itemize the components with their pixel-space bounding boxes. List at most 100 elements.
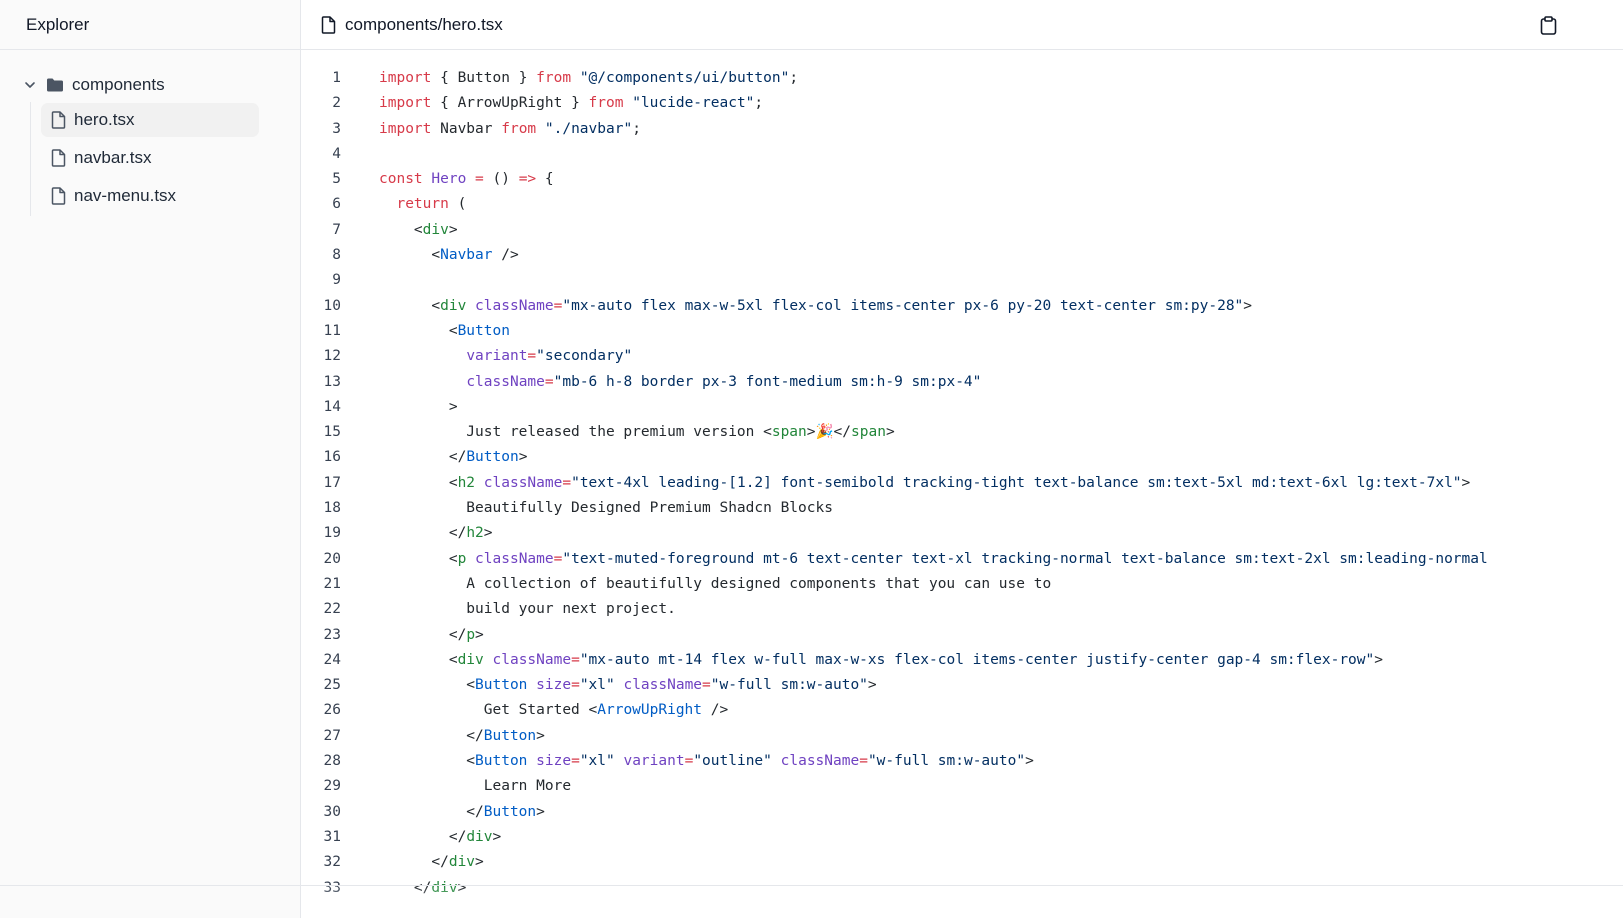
line-code: </div> — [379, 850, 483, 875]
code-token: < — [379, 474, 458, 491]
code-token: className — [623, 677, 703, 694]
code-token: </ — [379, 727, 484, 744]
file-item[interactable]: navbar.tsx — [41, 141, 259, 175]
line-code: <p className="text-muted-foreground mt-6… — [379, 547, 1488, 572]
code-line: 19 </h2> — [301, 521, 1623, 546]
code-token: () — [483, 171, 519, 188]
code-token: size — [536, 677, 572, 694]
code-token: className — [492, 651, 572, 668]
line-code: className="mb-6 h-8 border px-3 font-med… — [379, 370, 981, 395]
code-token: A collection of beautifully designed com… — [379, 575, 1052, 592]
code-token: className — [780, 753, 860, 770]
code-token: Button — [483, 803, 537, 820]
code-token: => — [518, 171, 537, 188]
code-token: = — [562, 474, 572, 491]
code-token: variant — [623, 753, 685, 770]
code-token: div — [466, 828, 493, 845]
code-token: ; — [632, 120, 641, 137]
code-token: "text-muted-foreground mt-6 text-center … — [562, 550, 1488, 567]
line-number: 1 — [332, 70, 341, 86]
line-code: build your next project. — [379, 597, 676, 622]
code-token: = — [684, 753, 694, 770]
code-content[interactable]: 1 import { Button } from "@/components/ui… — [301, 66, 1623, 918]
folder-components[interactable]: components — [20, 70, 280, 100]
line-code: <h2 className="text-4xl leading-[1.2] fo… — [379, 471, 1470, 496]
code-token: div — [431, 879, 458, 896]
file-list: hero.tsx navbar.tsx nav-menu.tsx — [41, 103, 259, 217]
code-token: return — [396, 196, 449, 213]
code-token: < — [379, 651, 458, 668]
code-token: Navbar — [440, 247, 493, 264]
code-token: Button — [483, 727, 537, 744]
code-token: </ — [379, 525, 467, 542]
code-token: > — [483, 525, 493, 542]
code-token: > — [536, 803, 545, 820]
line-number: 20 — [323, 550, 341, 567]
code-token: { ArrowUpRight } — [431, 95, 589, 112]
file-path: components/hero.tsx — [345, 14, 503, 34]
code-token: > — [1243, 297, 1253, 314]
line-code: <Button size="xl" className="w-full sm:w… — [379, 673, 876, 698]
code-viewer-app: Explorer components hero.tsx navbar.tsx na… — [0, 0, 1623, 918]
code-token: className — [475, 550, 554, 567]
code-token: "secondary" — [536, 348, 633, 365]
line-number: 7 — [332, 221, 341, 238]
line-code: <div className="mx-auto flex max-w-5xl f… — [379, 294, 1252, 319]
line-number: 23 — [323, 626, 341, 643]
code-token: = — [859, 753, 868, 770]
line-code: </div> — [379, 825, 501, 850]
line-number: 17 — [323, 474, 341, 491]
code-token: variant — [466, 348, 528, 365]
chevron-down-icon[interactable] — [20, 75, 40, 95]
explorer-title: Explorer — [26, 14, 90, 34]
code-line: 11 <Button — [301, 319, 1623, 344]
file-label: nav-menu.tsx — [74, 186, 177, 205]
code-token: from — [588, 95, 624, 112]
file-icon — [319, 15, 337, 34]
line-number: 22 — [323, 601, 341, 618]
code-token: Just released the premium version < — [379, 424, 772, 441]
code-token: >🎉</ — [806, 424, 852, 441]
code-token: /> — [702, 702, 729, 719]
code-token: > — [457, 879, 467, 896]
explorer-header: Explorer — [0, 0, 300, 50]
code-line: 29 Learn More — [301, 774, 1623, 799]
code-line: 22 build your next project. — [301, 597, 1623, 622]
code-token: > — [536, 727, 545, 744]
code-token: > — [885, 424, 895, 441]
code-line: 12 variant="secondary" — [301, 344, 1623, 369]
code-token: h2 — [466, 525, 484, 542]
code-line: 9 — [301, 268, 1623, 293]
code-token: = — [475, 171, 484, 188]
code-line: 27 </Button> — [301, 724, 1623, 749]
code-token: Hero — [431, 171, 467, 188]
line-code: return ( — [379, 192, 466, 217]
clipboard-icon — [1540, 15, 1556, 35]
code-token: { Button } — [431, 70, 537, 86]
line-number: 24 — [323, 651, 341, 668]
copy-button[interactable] — [1537, 14, 1559, 36]
file-item[interactable]: nav-menu.tsx — [41, 179, 259, 213]
code-token: = — [702, 677, 711, 694]
code-token: span — [771, 424, 807, 441]
code-line: 18 Beautifully Designed Premium Shadcn B… — [301, 496, 1623, 521]
code-token: /> — [492, 247, 519, 264]
code-token: import — [379, 120, 432, 137]
code-token: > — [492, 828, 502, 845]
code-token: = — [571, 651, 580, 668]
code-token: > — [1374, 651, 1383, 668]
explorer-sidebar: Explorer components hero.tsx navbar.tsx na… — [0, 0, 301, 918]
line-number: 11 — [323, 322, 341, 339]
line-code: </h2> — [379, 521, 493, 546]
line-code: Get Started <ArrowUpRight /> — [379, 698, 728, 723]
line-code: <Button size="xl" variant="outline" clas… — [379, 749, 1034, 774]
code-line: 15 Just released the premium version <sp… — [301, 420, 1623, 445]
code-token: > — [448, 221, 458, 238]
code-token: "w-full sm:w-auto" — [867, 753, 1026, 770]
line-number: 27 — [323, 727, 341, 744]
line-number: 13 — [323, 373, 341, 390]
file-item[interactable]: hero.tsx — [41, 103, 259, 137]
code-token: h2 — [457, 474, 476, 491]
